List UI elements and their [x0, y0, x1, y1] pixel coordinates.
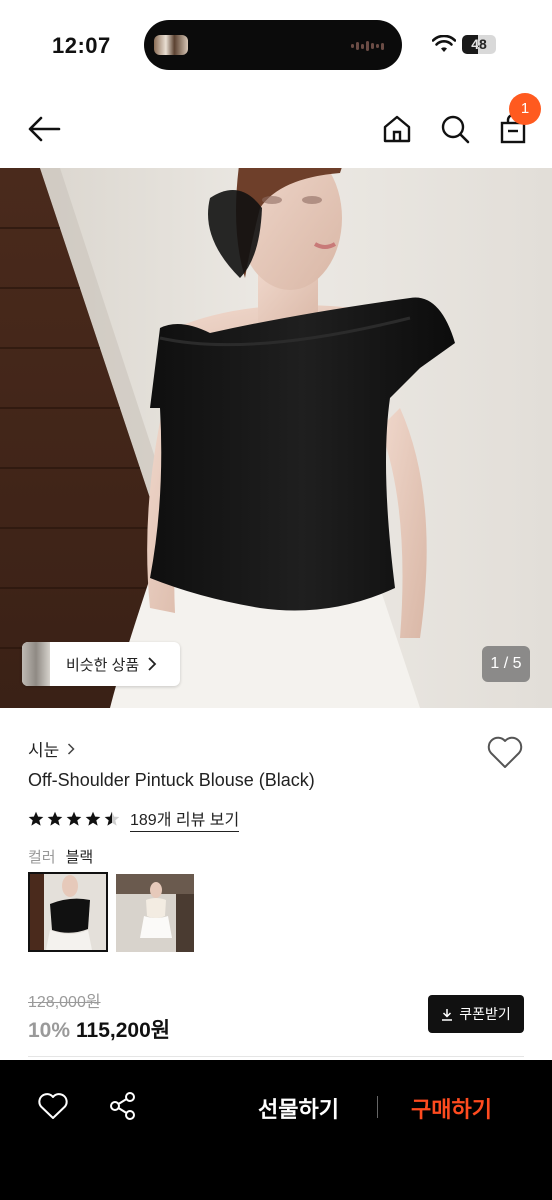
- cart-count-badge: 1: [509, 93, 541, 125]
- image-counter: 1 / 5: [482, 646, 530, 682]
- bottom-action-bar: [0, 1060, 552, 1200]
- star-icon: [28, 811, 44, 826]
- star-icon: [47, 811, 63, 826]
- rating-row: 189개 리뷰 보기: [28, 806, 240, 832]
- search-button[interactable]: [436, 110, 474, 148]
- star-icon: [85, 811, 101, 826]
- color-swatch-black[interactable]: [28, 872, 108, 952]
- top-nav: [0, 90, 552, 168]
- back-arrow-icon: [28, 116, 61, 142]
- back-button[interactable]: [24, 112, 64, 146]
- discount-rate: 10%: [28, 1019, 71, 1042]
- home-icon: [383, 115, 411, 143]
- coupon-label: 쿠폰받기: [459, 1006, 511, 1022]
- similar-products-label: 비슷한 상품: [66, 656, 140, 674]
- divider: [28, 1056, 524, 1057]
- heart-icon[interactable]: [486, 734, 524, 770]
- heart-icon[interactable]: [38, 1092, 68, 1120]
- share-icon[interactable]: [108, 1092, 138, 1120]
- option-label: 컬러: [28, 849, 56, 866]
- original-price: 128,000원: [28, 994, 101, 1011]
- sale-price: 115,200원: [76, 1019, 171, 1042]
- bottom-separator: [377, 1096, 378, 1118]
- download-icon: [442, 1008, 453, 1021]
- option-value: 블랙: [65, 849, 94, 866]
- chevron-right-icon: [148, 657, 157, 671]
- star-rating: [28, 811, 120, 827]
- price-row: 10% 115,200원: [28, 1014, 170, 1044]
- product-name: Off-Shoulder Pintuck Blouse (Black): [28, 770, 315, 790]
- product-image[interactable]: [0, 168, 552, 708]
- gift-button[interactable]: 선물하기: [258, 1092, 339, 1124]
- status-bar: 12:07 48: [0, 0, 552, 90]
- home-button[interactable]: [378, 110, 416, 148]
- status-time: 12:07: [52, 33, 111, 58]
- brand-name: 시눈: [28, 741, 60, 760]
- chevron-right-icon: [68, 742, 75, 755]
- audio-wave-icon: [351, 41, 384, 51]
- similar-products-button[interactable]: 비슷한 상품: [22, 642, 180, 686]
- star-icon: [104, 811, 120, 826]
- similar-products-thumbnail: [22, 642, 50, 686]
- buy-button[interactable]: 구매하기: [411, 1092, 492, 1124]
- dynamic-island: [144, 20, 402, 70]
- color-swatch-white[interactable]: [116, 874, 194, 952]
- brand-link[interactable]: 시눈: [28, 736, 75, 761]
- coupon-button[interactable]: 쿠폰받기: [428, 995, 524, 1033]
- review-link[interactable]: 189개 리뷰 보기: [130, 806, 240, 832]
- battery-icon: 48: [462, 35, 496, 54]
- color-option: 컬러 블랙: [28, 846, 93, 867]
- wifi-icon: [432, 35, 456, 52]
- battery-level: 48: [471, 36, 487, 52]
- now-playing-thumbnail: [154, 35, 188, 55]
- product-photo: [0, 168, 552, 708]
- star-icon: [66, 811, 82, 826]
- search-icon: [441, 115, 470, 144]
